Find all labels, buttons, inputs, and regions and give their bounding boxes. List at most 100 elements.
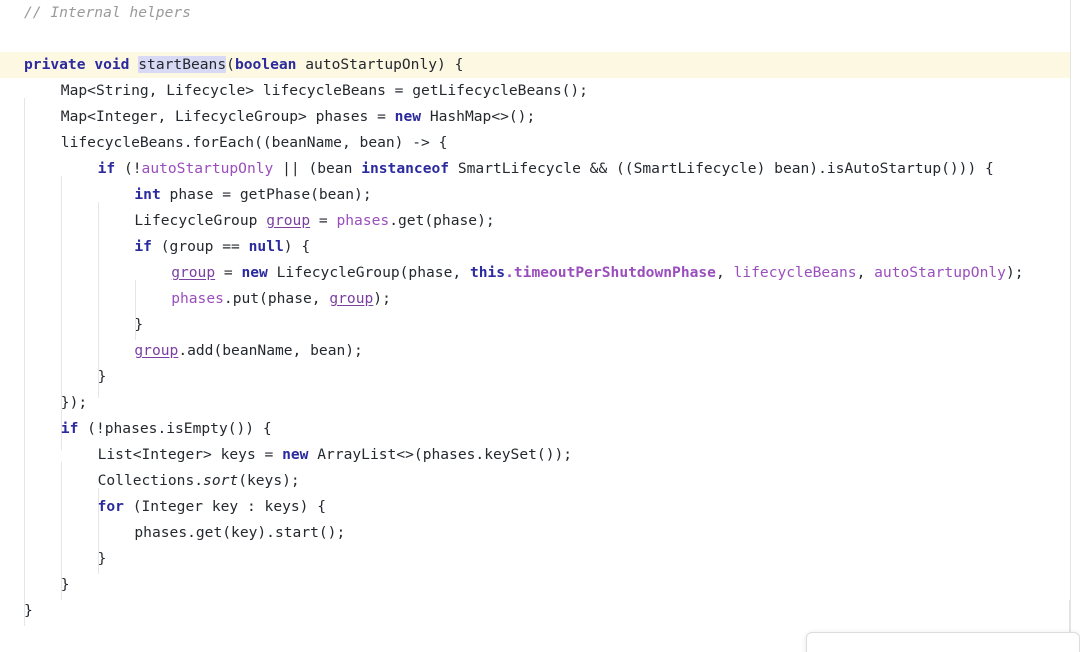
code-line-content: lifecycleBeans.forEach((beanName, bean) … [24,134,448,151]
code-line-content: List<Integer> keys = new ArrayList<>(pha… [24,446,572,463]
token-plain: } [97,368,107,385]
token-kw: null [248,238,284,255]
code-line[interactable]: Collections.sort(keys); [0,468,1070,494]
code-line-content: Map<Integer, LifecycleGroup> phases = ne… [24,108,535,125]
code-line[interactable]: int phase = getPhase(bean); [0,182,1070,208]
code-line-content: Collections.sort(keys); [24,472,300,489]
code-line[interactable]: } [0,364,1070,390]
token-param: autoStartupOnly [141,160,274,177]
token-plain: }); [60,394,88,411]
editor-right-edge-rule [1070,0,1071,652]
selected-symbol: startBeans [138,56,227,73]
code-line[interactable]: private void startBeans(boolean autoStar… [0,52,1070,78]
code-line[interactable]: }); [0,390,1070,416]
code-line[interactable]: if (!phases.isEmpty()) { [0,416,1070,442]
token-plain: } [60,576,70,593]
code-line[interactable]: group.add(beanName, bean); [0,338,1070,364]
code-line[interactable]: List<Integer> keys = new ArrayList<>(pha… [0,442,1070,468]
token-kw: instanceof [361,160,450,177]
token-field: phases [171,290,224,307]
bottom-right-popup-card[interactable] [806,632,1080,652]
code-line[interactable]: group = new LifecycleGroup(phase, this.t… [0,260,1070,286]
code-line-content: if (!autoStartupOnly || (bean instanceof… [24,160,994,177]
code-lines-container[interactable]: // Internal helpers private void startBe… [0,0,1070,624]
token-local-u: group [134,342,179,359]
token-plain: ); [1005,264,1024,281]
token-kw: private [24,56,86,73]
token-plain: LifecycleGroup [134,212,267,229]
code-line[interactable]: for (Integer key : keys) { [0,494,1070,520]
token-plain: (group == [151,238,249,255]
code-line[interactable]: if (group == null) { [0,234,1070,260]
token-plain: (!phases.isEmpty()) { [78,420,272,437]
token-kw: void [94,56,130,73]
token-plain: , [856,264,875,281]
token-plain: = [310,212,337,229]
token-comment: // Internal helpers [24,4,191,21]
code-line-content: }); [24,394,87,411]
token-plain: = [215,264,242,281]
token-plain: } [134,316,144,333]
token-plain: ) { [283,238,311,255]
code-line[interactable]: } [0,312,1070,338]
token-plain: ) { [437,56,464,73]
code-line-content: int phase = getPhase(bean); [24,186,372,203]
token-plain: .add(beanName, bean); [178,342,363,359]
token-local-u: group [329,290,374,307]
token-param: lifecycleBeans [733,264,857,281]
token-kw: this [469,264,506,281]
token-plain: } [97,550,107,567]
code-line-content: phases.put(phase, group); [24,290,391,307]
code-line[interactable]: } [0,598,1070,624]
code-line[interactable]: phases.put(phase, group); [0,286,1070,312]
code-line-content [24,30,33,47]
token-kw: new [282,446,309,463]
code-line[interactable]: LifecycleGroup group = phases.get(phase)… [0,208,1070,234]
token-plain: } [24,602,33,619]
token-kw: boolean [234,56,297,73]
code-line-content: private void startBeans(boolean autoStar… [24,56,463,73]
token-plain: Map<String, Lifecycle> lifecycleBeans = … [60,82,588,99]
token-kw: new [241,264,268,281]
token-kw: if [60,420,79,437]
token-plain: , [715,264,734,281]
code-line-content: group.add(beanName, bean); [24,342,363,359]
code-line-content: LifecycleGroup group = phases.get(phase)… [24,212,494,229]
token-plain: ); [373,290,391,307]
code-line[interactable] [0,26,1070,52]
code-line-content: for (Integer key : keys) { [24,498,326,515]
token-plain: lifecycleBeans.forEach((beanName, bean) … [60,134,448,151]
code-line[interactable]: lifecycleBeans.forEach((beanName, bean) … [0,130,1070,156]
code-line[interactable]: Map<String, Lifecycle> lifecycleBeans = … [0,78,1070,104]
token-plain: || (bean [273,160,362,177]
code-line[interactable]: } [0,572,1070,598]
token-plain: ( [226,56,235,73]
code-line[interactable]: } [0,546,1070,572]
token-plain: SmartLifecycle && ((SmartLifecycle) bean… [449,160,994,177]
token-field: phases [336,212,390,229]
code-line[interactable]: if (!autoStartupOnly || (bean instanceof… [0,156,1070,182]
code-line-content: } [24,550,107,567]
token-plain: autoStartupOnly [305,56,438,73]
popup-divider-rule [1069,600,1070,634]
code-line[interactable]: // Internal helpers [0,0,1070,26]
code-line-content: if (group == null) { [24,238,310,255]
token-plain: .put(phase, [223,290,330,307]
token-plain: Map<Integer, LifecycleGroup> phases = [60,108,395,125]
token-plain: phase = getPhase(bean); [160,186,372,203]
code-line-content: } [24,368,107,385]
code-line-content: group = new LifecycleGroup(phase, this.t… [24,264,1024,281]
token-kw: for [97,498,124,515]
token-kw: new [394,108,422,125]
token-param: autoStartupOnly [874,264,1006,281]
code-line[interactable]: Map<Integer, LifecycleGroup> phases = ne… [0,104,1070,130]
token-plain: LifecycleGroup(phase, [267,264,470,281]
code-line[interactable]: phases.get(key).start(); [0,520,1070,546]
code-editor-view: // Internal helpers private void startBe… [0,0,1080,652]
token-plain: ArrayList<>(phases.keySet()); [308,446,573,463]
token-plain: Collections. [97,472,204,489]
code-surface[interactable]: // Internal helpers private void startBe… [0,0,1070,652]
code-line-content: } [24,602,33,619]
